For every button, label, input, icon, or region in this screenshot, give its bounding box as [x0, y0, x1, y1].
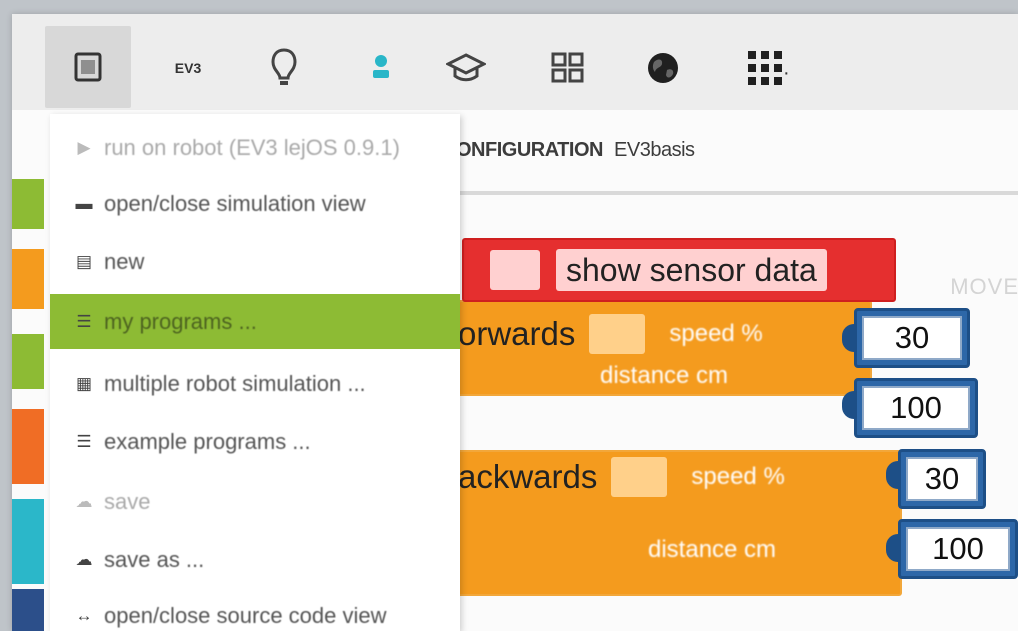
menu-my-programs-label: my programs ...	[104, 308, 257, 334]
forwards-speed-value[interactable]: 30	[862, 316, 962, 360]
forwards-distance-value[interactable]: 100	[862, 386, 970, 430]
menu-new[interactable]: ▤ new	[50, 234, 460, 289]
backwards-distance-value-block[interactable]: 100	[898, 519, 1018, 579]
list-icon: ☰	[76, 431, 92, 451]
menu-example-programs-label: example programs ...	[104, 428, 311, 454]
category-strip-2[interactable]	[12, 249, 44, 309]
grid-icon	[550, 51, 586, 85]
category-strip-4[interactable]	[12, 409, 44, 484]
help-button[interactable]	[257, 32, 311, 104]
new-icon: ▤	[75, 251, 93, 271]
menu-open-close-simulation-label: open/close simulation view	[104, 190, 366, 216]
list-icon: ☰	[76, 311, 92, 331]
backwards-speed-label: speed %	[691, 463, 785, 490]
backwards-distance-label: distance cm	[648, 536, 777, 563]
forwards-distance-value-block[interactable]: 100	[854, 378, 978, 438]
workspace-ghost-text: MOVE	[950, 274, 1018, 299]
category-strip-5[interactable]	[12, 499, 44, 584]
menu-open-close-source-code[interactable]: ↔ open/close source code view	[50, 588, 460, 631]
sensor-toggle-field[interactable]	[490, 250, 540, 290]
drive-forwards-block[interactable]: orwards speed % distance cm	[448, 300, 872, 396]
program-icon	[74, 52, 102, 82]
program-dropdown-menu: ▶ run on robot (EV3 lejOS 0.9.1) ▬ open/…	[50, 114, 460, 631]
backwards-distance-value[interactable]: 100	[906, 527, 1010, 571]
backwards-block-title: ackwards	[458, 458, 598, 495]
backwards-speed-value-block[interactable]: 30	[898, 449, 986, 509]
forwards-speed-value-block[interactable]: 30	[854, 308, 970, 368]
forwards-speed-label: speed %	[669, 320, 763, 347]
menu-save-label: save	[104, 488, 151, 514]
forwards-block-title: orwards	[458, 315, 576, 352]
configuration-value: EV3basis	[614, 139, 695, 161]
backwards-speed-value[interactable]: 30	[906, 457, 978, 501]
category-strip-6[interactable]	[12, 589, 44, 631]
menu-multiple-robot-simulation[interactable]: ▦ multiple robot simulation ...	[50, 356, 460, 411]
save-icon: ☁	[75, 491, 93, 511]
code-icon: ↔	[75, 605, 93, 625]
menu-example-programs[interactable]: ☰ example programs ...	[50, 414, 460, 469]
user-icon	[371, 52, 391, 84]
show-sensor-data-label: show sensor data	[556, 249, 827, 291]
multiple-robot-icon: ▦	[75, 373, 93, 393]
show-sensor-data-block[interactable]: show sensor data	[462, 238, 896, 302]
forwards-distance-label: distance cm	[600, 362, 729, 389]
configuration-label: ONFIGURATION	[456, 139, 603, 161]
ev3-robot-label: EV3	[174, 60, 202, 76]
drive-backwards-block[interactable]: ackwards speed % distance cm	[448, 450, 902, 596]
language-globe-icon	[645, 50, 681, 86]
workspace-separator	[456, 191, 1018, 195]
apps-icon	[746, 49, 784, 87]
menu-open-close-simulation[interactable]: ▬ open/close simulation view	[50, 176, 460, 231]
toolbar-dot-icon: ·	[783, 62, 790, 84]
language-button[interactable]	[636, 32, 690, 104]
app-window: EV3 · ONFIGURATION EV3basis MOVE show se…	[12, 14, 1018, 631]
menu-save[interactable]: ☁ save	[50, 474, 460, 529]
simulation-icon: ▬	[75, 193, 93, 213]
menu-run-on-robot-label: run on robot (EV3 lejOS 0.9.1)	[104, 134, 400, 160]
save-as-icon: ☁	[75, 549, 93, 569]
menu-open-close-source-code-label: open/close source code view	[104, 602, 387, 628]
category-strip-1[interactable]	[12, 179, 44, 229]
menu-my-programs[interactable]: ☰ my programs ...	[50, 294, 460, 349]
menu-save-as-label: save as ...	[104, 546, 205, 572]
gallery-button[interactable]	[439, 32, 493, 104]
menu-multiple-robot-simulation-label: multiple robot simulation ...	[104, 370, 366, 396]
backwards-dropdown[interactable]	[611, 457, 668, 497]
robot-ev3-button[interactable]: EV3	[161, 32, 215, 104]
forwards-dropdown[interactable]	[589, 314, 646, 354]
graduation-cap-icon	[446, 52, 486, 84]
category-strip-3[interactable]	[12, 334, 44, 389]
top-toolbar: EV3 ·	[12, 14, 1018, 110]
lightbulb-icon	[270, 47, 298, 89]
overview-button[interactable]	[541, 32, 595, 104]
menu-run-on-robot[interactable]: ▶ run on robot (EV3 lejOS 0.9.1)	[50, 120, 460, 175]
play-icon: ▶	[77, 137, 91, 157]
program-menu-button[interactable]	[45, 26, 131, 108]
user-button[interactable]	[354, 32, 408, 104]
configuration-heading: ONFIGURATION EV3basis	[456, 139, 695, 162]
menu-new-label: new	[104, 248, 145, 274]
menu-save-as[interactable]: ☁ save as ...	[50, 532, 460, 587]
